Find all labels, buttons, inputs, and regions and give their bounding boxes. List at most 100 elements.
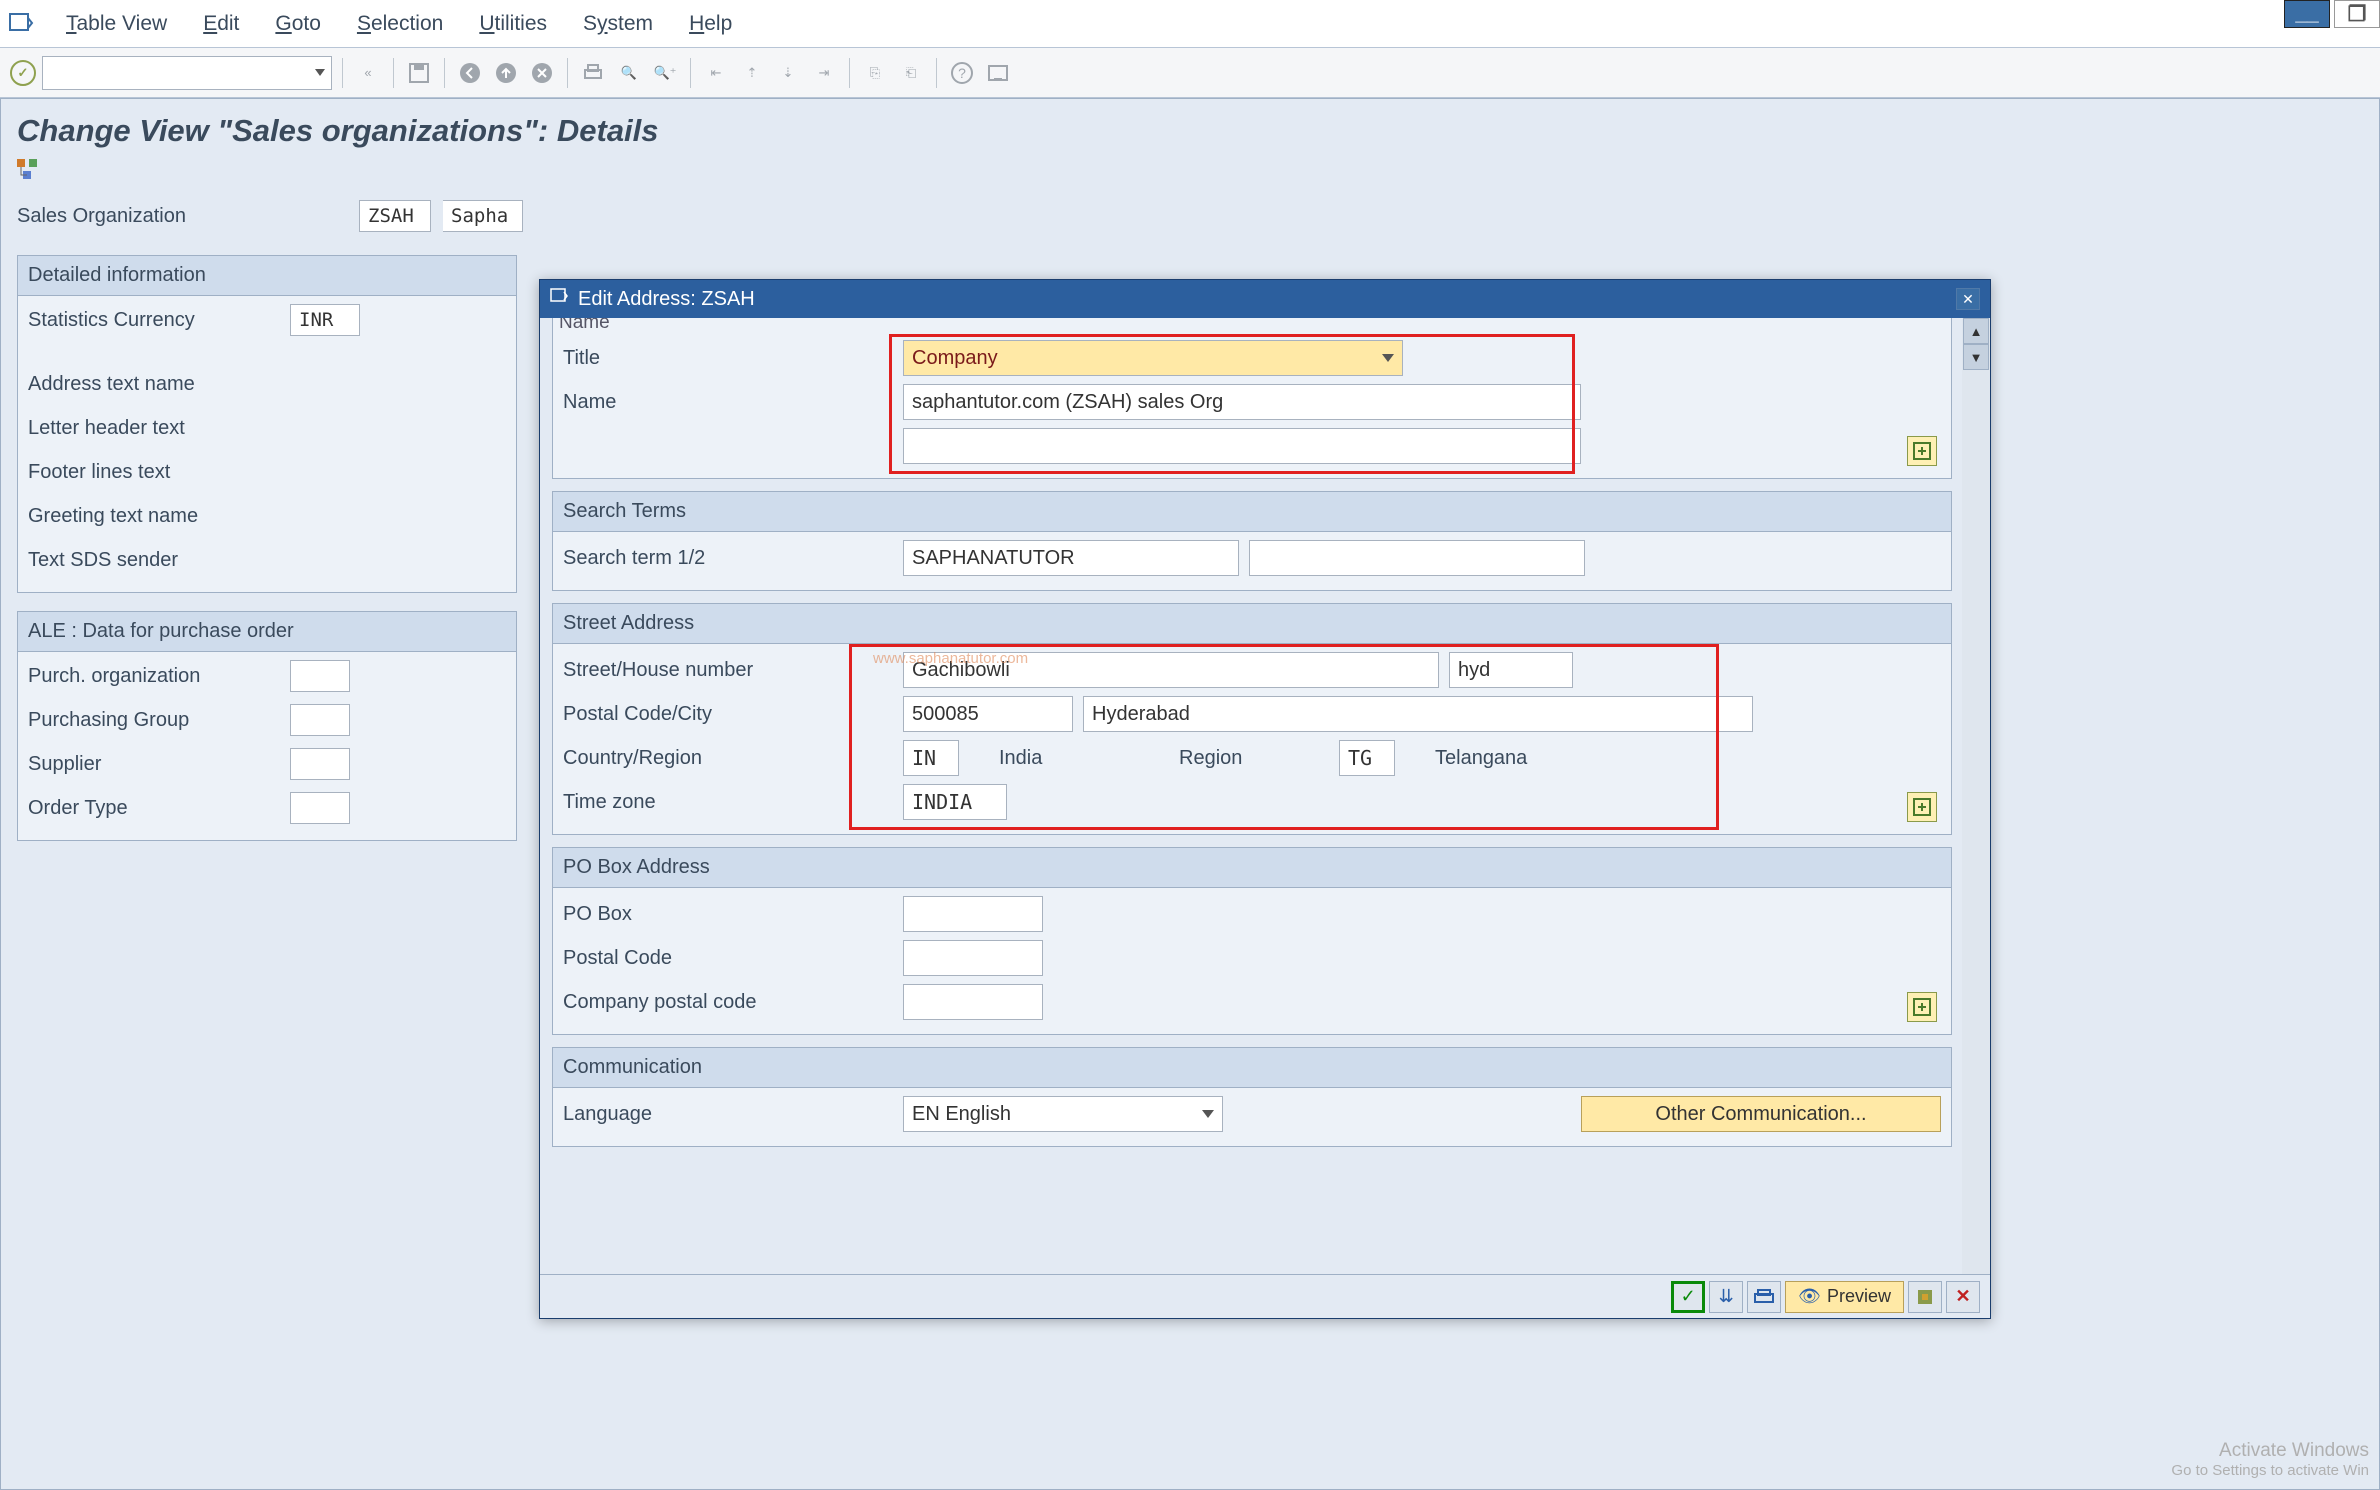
page-subtoolbar xyxy=(1,153,2379,191)
country-code-input[interactable]: IN xyxy=(903,740,959,776)
dialog-body: ▲ ▼ Name Title Company xyxy=(540,318,1990,1274)
postal-code-input[interactable]: 500085 xyxy=(903,696,1073,732)
region-label: Region xyxy=(1179,747,1329,770)
exit-round-icon[interactable] xyxy=(491,58,521,88)
language-label: Language xyxy=(563,1103,893,1126)
shortcut-icon[interactable]: ⎗ xyxy=(896,58,926,88)
sales-org-name[interactable]: Sapha xyxy=(443,200,523,232)
country-name-text: India xyxy=(969,747,1169,770)
name-input-2[interactable] xyxy=(903,428,1581,464)
pobox-postal-input[interactable] xyxy=(903,940,1043,976)
purch-group-input[interactable] xyxy=(290,704,350,736)
new-session-icon[interactable]: ⎘ xyxy=(860,58,890,88)
ale-panel: ALE : Data for purchase order Purch. org… xyxy=(17,611,517,841)
find-next-icon[interactable]: 🔍⁺ xyxy=(650,58,680,88)
name-input[interactable]: saphantutor.com (ZSAH) sales Org xyxy=(903,384,1581,420)
enter-check-icon[interactable]: ✓ xyxy=(10,60,36,86)
help-icon[interactable]: ? xyxy=(947,58,977,88)
dialog-title-bar: Edit Address: ZSAH ✕ xyxy=(540,280,1990,318)
print-preview-icon[interactable] xyxy=(1747,1281,1781,1313)
greeting-text-label: Greeting text name xyxy=(28,505,278,528)
back-round-icon[interactable] xyxy=(455,58,485,88)
prev-page-icon[interactable]: ⇡ xyxy=(737,58,767,88)
search-terms-section: Search Terms Search term 1/2 SAPHANATUTO… xyxy=(552,491,1952,591)
language-dropdown[interactable]: EN English xyxy=(903,1096,1223,1132)
communication-section: Communication Language EN English Other … xyxy=(552,1047,1952,1147)
menu-edit[interactable]: Edit xyxy=(199,8,243,40)
dialog-structure-icon[interactable] xyxy=(17,159,39,181)
page-area: Change View "Sales organizations": Detai… xyxy=(0,98,2380,1490)
cancel-round-icon[interactable] xyxy=(527,58,557,88)
purch-group-label: Purchasing Group xyxy=(28,709,278,732)
name-section: Name Title Company Name saphantutor.com … xyxy=(552,318,1952,479)
reset-icon[interactable] xyxy=(1908,1281,1942,1313)
pobox-label: PO Box xyxy=(563,903,893,926)
pobox-input[interactable] xyxy=(903,896,1043,932)
scroll-up-icon[interactable]: ▲ xyxy=(1963,318,1989,344)
stats-currency-label: Statistics Currency xyxy=(28,309,278,332)
command-field[interactable] xyxy=(42,56,332,90)
expand-street-icon[interactable] xyxy=(1907,792,1937,822)
city-input[interactable]: Hyderabad xyxy=(1083,696,1753,732)
region-code-input[interactable]: TG xyxy=(1339,740,1395,776)
search-term-2-input[interactable] xyxy=(1249,540,1585,576)
delivery-icon[interactable]: ⇊ xyxy=(1709,1281,1743,1313)
menu-help[interactable]: Help xyxy=(685,8,736,40)
menu-bar: Table View Edit Goto Selection Utilities… xyxy=(0,0,2380,48)
street-address-header: Street Address xyxy=(553,604,1951,644)
activate-windows-watermark: Activate Windows Go to Settings to activ… xyxy=(2171,1440,2369,1479)
preview-button[interactable]: 👁 Preview xyxy=(1785,1281,1904,1313)
print-icon[interactable] xyxy=(578,58,608,88)
address-text-label: Address text name xyxy=(28,373,278,396)
country-region-label: Country/Region xyxy=(563,747,893,770)
supplier-input[interactable] xyxy=(290,748,350,780)
menu-selection[interactable]: Selection xyxy=(353,8,447,40)
timezone-input[interactable]: INDIA xyxy=(903,784,1007,820)
name-label: Name xyxy=(563,391,893,414)
sap-logo-icon xyxy=(8,11,34,37)
title-dropdown-value: Company xyxy=(912,347,998,370)
other-communication-button[interactable]: Other Communication... xyxy=(1581,1096,1941,1132)
menu-utilities[interactable]: Utilities xyxy=(475,8,551,40)
next-page-icon[interactable]: ⇣ xyxy=(773,58,803,88)
first-page-icon[interactable]: ⇤ xyxy=(701,58,731,88)
expand-pobox-icon[interactable] xyxy=(1907,992,1937,1022)
street-label: Street/House number xyxy=(563,659,893,682)
search-term-1-input[interactable]: SAPHANATUTOR xyxy=(903,540,1239,576)
save-icon[interactable] xyxy=(404,58,434,88)
sales-org-code[interactable]: ZSAH xyxy=(359,200,431,232)
watermark-text: www.saphanatutor.com xyxy=(873,650,1028,667)
menu-system[interactable]: System xyxy=(579,8,657,40)
scroll-step-icon[interactable]: ▼ xyxy=(1963,344,1989,370)
timezone-label: Time zone xyxy=(563,791,893,814)
title-dropdown[interactable]: Company xyxy=(903,340,1403,376)
dialog-title-text: Edit Address: ZSAH xyxy=(578,288,755,311)
house-number-input[interactable]: hyd xyxy=(1449,652,1573,688)
window-minimize-icon[interactable]: __ xyxy=(2284,0,2330,28)
ok-check-button[interactable]: ✓ xyxy=(1671,1281,1705,1313)
title-label: Title xyxy=(563,347,893,370)
communication-header: Communication xyxy=(553,1048,1951,1088)
menu-goto[interactable]: Goto xyxy=(271,8,325,40)
layout-icon[interactable] xyxy=(983,58,1013,88)
expand-name-icon[interactable] xyxy=(1907,436,1937,466)
window-controls: __ ❐ xyxy=(2284,0,2380,28)
find-icon[interactable]: 🔍 xyxy=(614,58,644,88)
search-terms-header: Search Terms xyxy=(553,492,1951,532)
edit-address-dialog: Edit Address: ZSAH ✕ ▲ ▼ Name Title Comp… xyxy=(539,279,1991,1319)
company-postal-input[interactable] xyxy=(903,984,1043,1020)
window-restore-icon[interactable]: ❐ xyxy=(2334,0,2380,28)
dialog-close-icon[interactable]: ✕ xyxy=(1956,288,1980,310)
back-icon[interactable]: « xyxy=(353,58,383,88)
cancel-x-button[interactable]: ✕ xyxy=(1946,1281,1980,1313)
search-term-label: Search term 1/2 xyxy=(563,547,893,570)
dialog-scrollbar[interactable]: ▲ ▼ xyxy=(1962,318,1990,1274)
stats-currency-input[interactable]: INR xyxy=(290,304,360,336)
letter-header-label: Letter header text xyxy=(28,417,278,440)
order-type-input[interactable] xyxy=(290,792,350,824)
region-name-text: Telangana xyxy=(1405,747,1527,770)
menu-table-view[interactable]: Table View xyxy=(62,8,171,40)
purch-org-input[interactable] xyxy=(290,660,350,692)
pobox-header: PO Box Address xyxy=(553,848,1951,888)
last-page-icon[interactable]: ⇥ xyxy=(809,58,839,88)
